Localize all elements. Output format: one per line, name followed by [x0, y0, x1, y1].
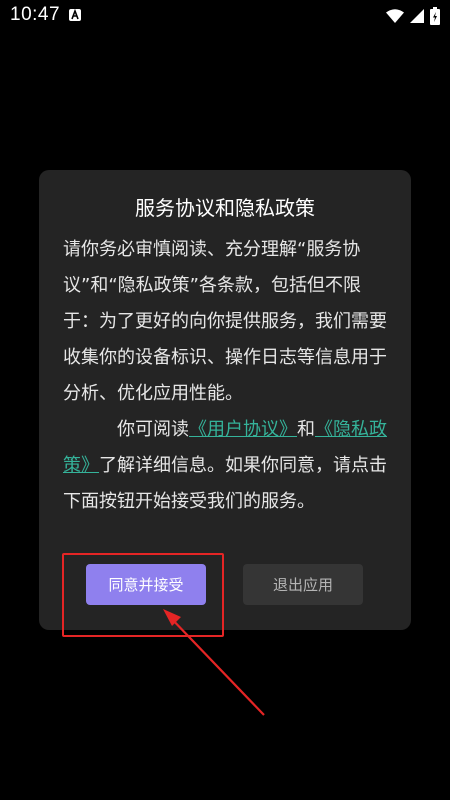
paragraph-2-prefix: 你可阅读	[117, 419, 189, 440]
dialog-paragraph-1: 请你务必审慎阅读、充分理解“服务协议”和“隐私政策”各条款，包括但不限于：为了更…	[63, 239, 387, 404]
dialog-body: 请你务必审慎阅读、充分理解“服务协议”和“隐私政策”各条款，包括但不限于：为了更…	[63, 232, 391, 520]
signal-icon	[410, 9, 424, 23]
paragraph-2-suffix: 了解详细信息。如果你同意，请点击下面按钮开始接受我们的服务。	[63, 455, 387, 512]
a-letter-icon	[69, 9, 81, 21]
user-agreement-link[interactable]: 《用户协议》	[189, 419, 297, 440]
dialog-paragraph-2: 你可阅读《用户协议》和《隐私政策》了解详细信息。如果你同意，请点击下面按钮开始接…	[63, 412, 391, 520]
dialog-title: 服务协议和隐私政策	[135, 196, 315, 220]
exit-app-button[interactable]: 退出应用	[243, 564, 363, 605]
status-icons	[386, 6, 440, 26]
status-time: 10:47	[10, 4, 61, 25]
screen: 10:47 服务协议和隐私政策 请你务必审慎阅读、充分理解“服务协议”和“隐私政…	[0, 0, 450, 800]
status-bar: 10:47	[0, 0, 450, 32]
wifi-icon	[386, 9, 404, 23]
paragraph-2-and: 和	[297, 419, 315, 440]
battery-icon	[430, 7, 440, 25]
annotation-highlight-box	[62, 553, 224, 637]
